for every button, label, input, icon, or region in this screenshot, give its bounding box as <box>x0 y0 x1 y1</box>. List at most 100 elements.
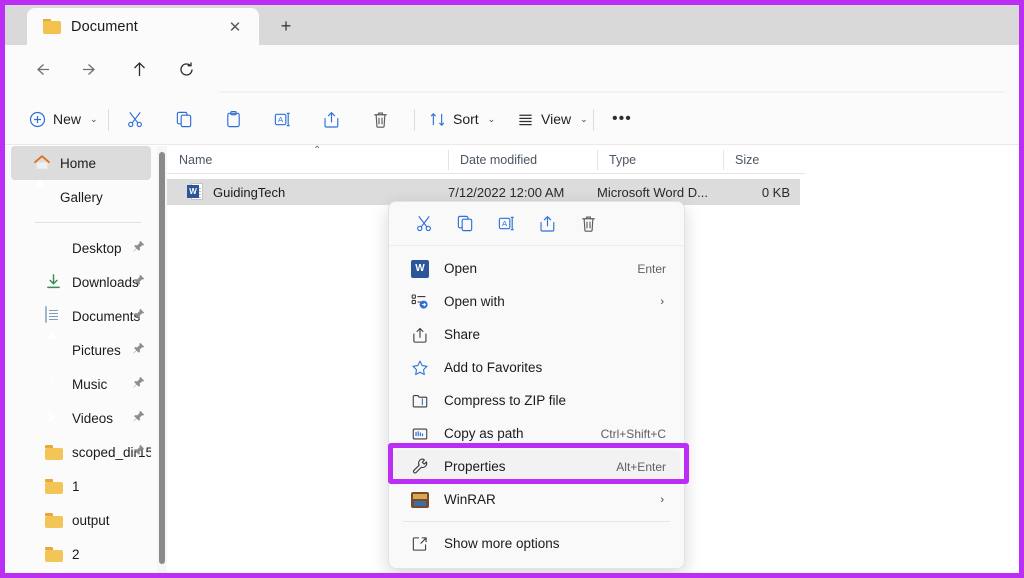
context-menu-item-share[interactable]: Share <box>393 318 680 351</box>
sidebar-item-desktop[interactable]: Desktop <box>11 231 151 265</box>
rename-icon: A <box>273 110 292 129</box>
folder-icon <box>45 545 63 563</box>
chevron-down-icon: ⌄ <box>580 114 588 125</box>
pin-icon[interactable] <box>133 308 145 322</box>
pin-icon[interactable] <box>133 240 145 254</box>
chevron-down-icon: ⌄ <box>488 114 496 125</box>
scrollbar-thumb[interactable] <box>159 152 165 564</box>
sidebar-item-label: Downloads <box>72 275 139 290</box>
close-icon[interactable]: ✕ <box>225 17 245 37</box>
up-arrow-icon[interactable] <box>126 56 152 82</box>
context-menu-item-open-with[interactable]: Open with › <box>393 285 680 318</box>
new-button[interactable]: New ⌄ <box>29 104 98 134</box>
share-button[interactable] <box>322 104 341 134</box>
view-lines-icon <box>517 111 534 128</box>
share-icon <box>410 325 430 345</box>
context-menu-item-properties[interactable]: Properties Alt+Enter <box>393 450 680 483</box>
pin-icon[interactable] <box>133 410 145 424</box>
sidebar-item-1[interactable]: 1 <box>11 469 151 503</box>
divider <box>403 521 670 522</box>
column-header-date-modified[interactable]: Date modified <box>448 146 597 174</box>
file-name: GuidingTech <box>213 185 285 200</box>
sidebar-item-gallery[interactable]: Gallery <box>11 180 151 214</box>
column-header-size[interactable]: Size <box>723 146 805 174</box>
chevron-down-icon: ⌄ <box>90 114 98 125</box>
context-menu-item-add-to-favorites[interactable]: Add to Favorites <box>393 351 680 384</box>
winrar-icon <box>410 490 430 510</box>
sidebar-item-label: 2 <box>72 547 80 562</box>
sort-button[interactable]: Sort ⌄ <box>429 104 495 134</box>
sidebar-item-label: Pictures <box>72 343 121 358</box>
copy-button[interactable] <box>175 104 194 134</box>
sidebar-item-home[interactable]: Home <box>11 146 151 180</box>
sidebar-item-scoped-dir15[interactable]: scoped_dir15 <box>11 435 151 469</box>
column-header-name[interactable]: Name ⌃ <box>167 146 448 174</box>
copy-icon[interactable] <box>445 209 486 239</box>
music-icon <box>45 375 63 393</box>
paste-icon <box>224 110 243 129</box>
tab-document[interactable]: Document ✕ <box>27 8 259 45</box>
ellipsis-icon[interactable]: ••• <box>612 104 632 134</box>
context-menu-item-label: Add to Favorites <box>444 360 680 375</box>
tab-title: Document <box>71 19 138 35</box>
sidebar-item-music[interactable]: Music <box>11 367 151 401</box>
context-menu-item-show-more-options[interactable]: Show more options <box>393 527 680 560</box>
wrench-icon <box>410 457 430 477</box>
view-button[interactable]: View ⌄ <box>517 104 588 134</box>
pin-icon[interactable] <box>133 444 145 458</box>
pin-icon[interactable] <box>133 342 145 356</box>
sidebar-item-output[interactable]: output <box>11 503 151 537</box>
cut-button[interactable] <box>126 104 145 134</box>
copy-icon <box>175 110 194 129</box>
sidebar-item-2[interactable]: 2 <box>11 537 151 571</box>
divider <box>35 222 141 223</box>
sidebar-item-videos[interactable]: Videos <box>11 401 151 435</box>
new-tab-button[interactable]: + <box>273 15 299 37</box>
context-menu: A W Open <box>388 201 685 569</box>
sidebar-item-pictures[interactable]: Pictures <box>11 333 151 367</box>
rename-icon[interactable]: A <box>486 209 527 239</box>
plus-circle-icon <box>29 111 46 128</box>
pin-icon[interactable] <box>133 274 145 288</box>
sidebar-item-label: Home <box>60 156 96 171</box>
divider <box>593 109 594 131</box>
context-menu-item-open[interactable]: W Open Enter <box>393 252 680 285</box>
column-header-type[interactable]: Type <box>597 146 723 174</box>
context-menu-item-label: Show more options <box>444 536 680 551</box>
refresh-icon[interactable] <box>173 56 199 82</box>
rename-button[interactable]: A <box>273 104 292 134</box>
view-button-label: View <box>541 111 571 127</box>
scissors-icon <box>126 110 145 129</box>
shortcut-label: Enter <box>637 262 666 276</box>
cut-icon[interactable] <box>404 209 445 239</box>
sidebar-item-downloads[interactable]: Downloads <box>11 265 151 299</box>
delete-icon[interactable] <box>568 209 609 239</box>
shortcut-label: Alt+Enter <box>616 460 666 474</box>
chevron-right-icon: › <box>660 296 664 308</box>
paste-button[interactable] <box>224 104 243 134</box>
sidebar-item-documents[interactable]: Documents <box>11 299 151 333</box>
context-menu-item-compress-to-zip[interactable]: Compress to ZIP file <box>393 384 680 417</box>
context-menu-item-winrar[interactable]: WinRAR › <box>393 483 680 516</box>
delete-button[interactable] <box>371 104 390 134</box>
sidebar: Home Gallery Desktop Downloads <box>5 146 157 573</box>
sidebar-item-label: Desktop <box>72 241 122 256</box>
zip-folder-icon <box>410 391 430 411</box>
context-menu-item-copy-as-path[interactable]: Copy as path Ctrl+Shift+C <box>393 417 680 450</box>
word-app-icon: W <box>410 259 430 279</box>
sidebar-scrollbar[interactable] <box>157 146 167 573</box>
divider <box>414 109 415 131</box>
forward-arrow-icon[interactable] <box>77 56 103 82</box>
sort-button-label: Sort <box>453 111 479 127</box>
share-icon[interactable] <box>527 209 568 239</box>
pictures-icon <box>45 341 63 359</box>
file-explorer-window: Document ✕ + › <box>0 0 1024 578</box>
file-size: 0 KB <box>762 185 790 200</box>
trash-icon <box>371 110 390 129</box>
folder-icon <box>43 19 61 34</box>
pin-icon[interactable] <box>133 376 145 390</box>
folder-icon <box>45 443 63 461</box>
sidebar-item-label: Videos <box>72 411 113 426</box>
back-arrow-icon[interactable] <box>28 56 54 82</box>
context-menu-item-label: Open with <box>444 294 660 309</box>
